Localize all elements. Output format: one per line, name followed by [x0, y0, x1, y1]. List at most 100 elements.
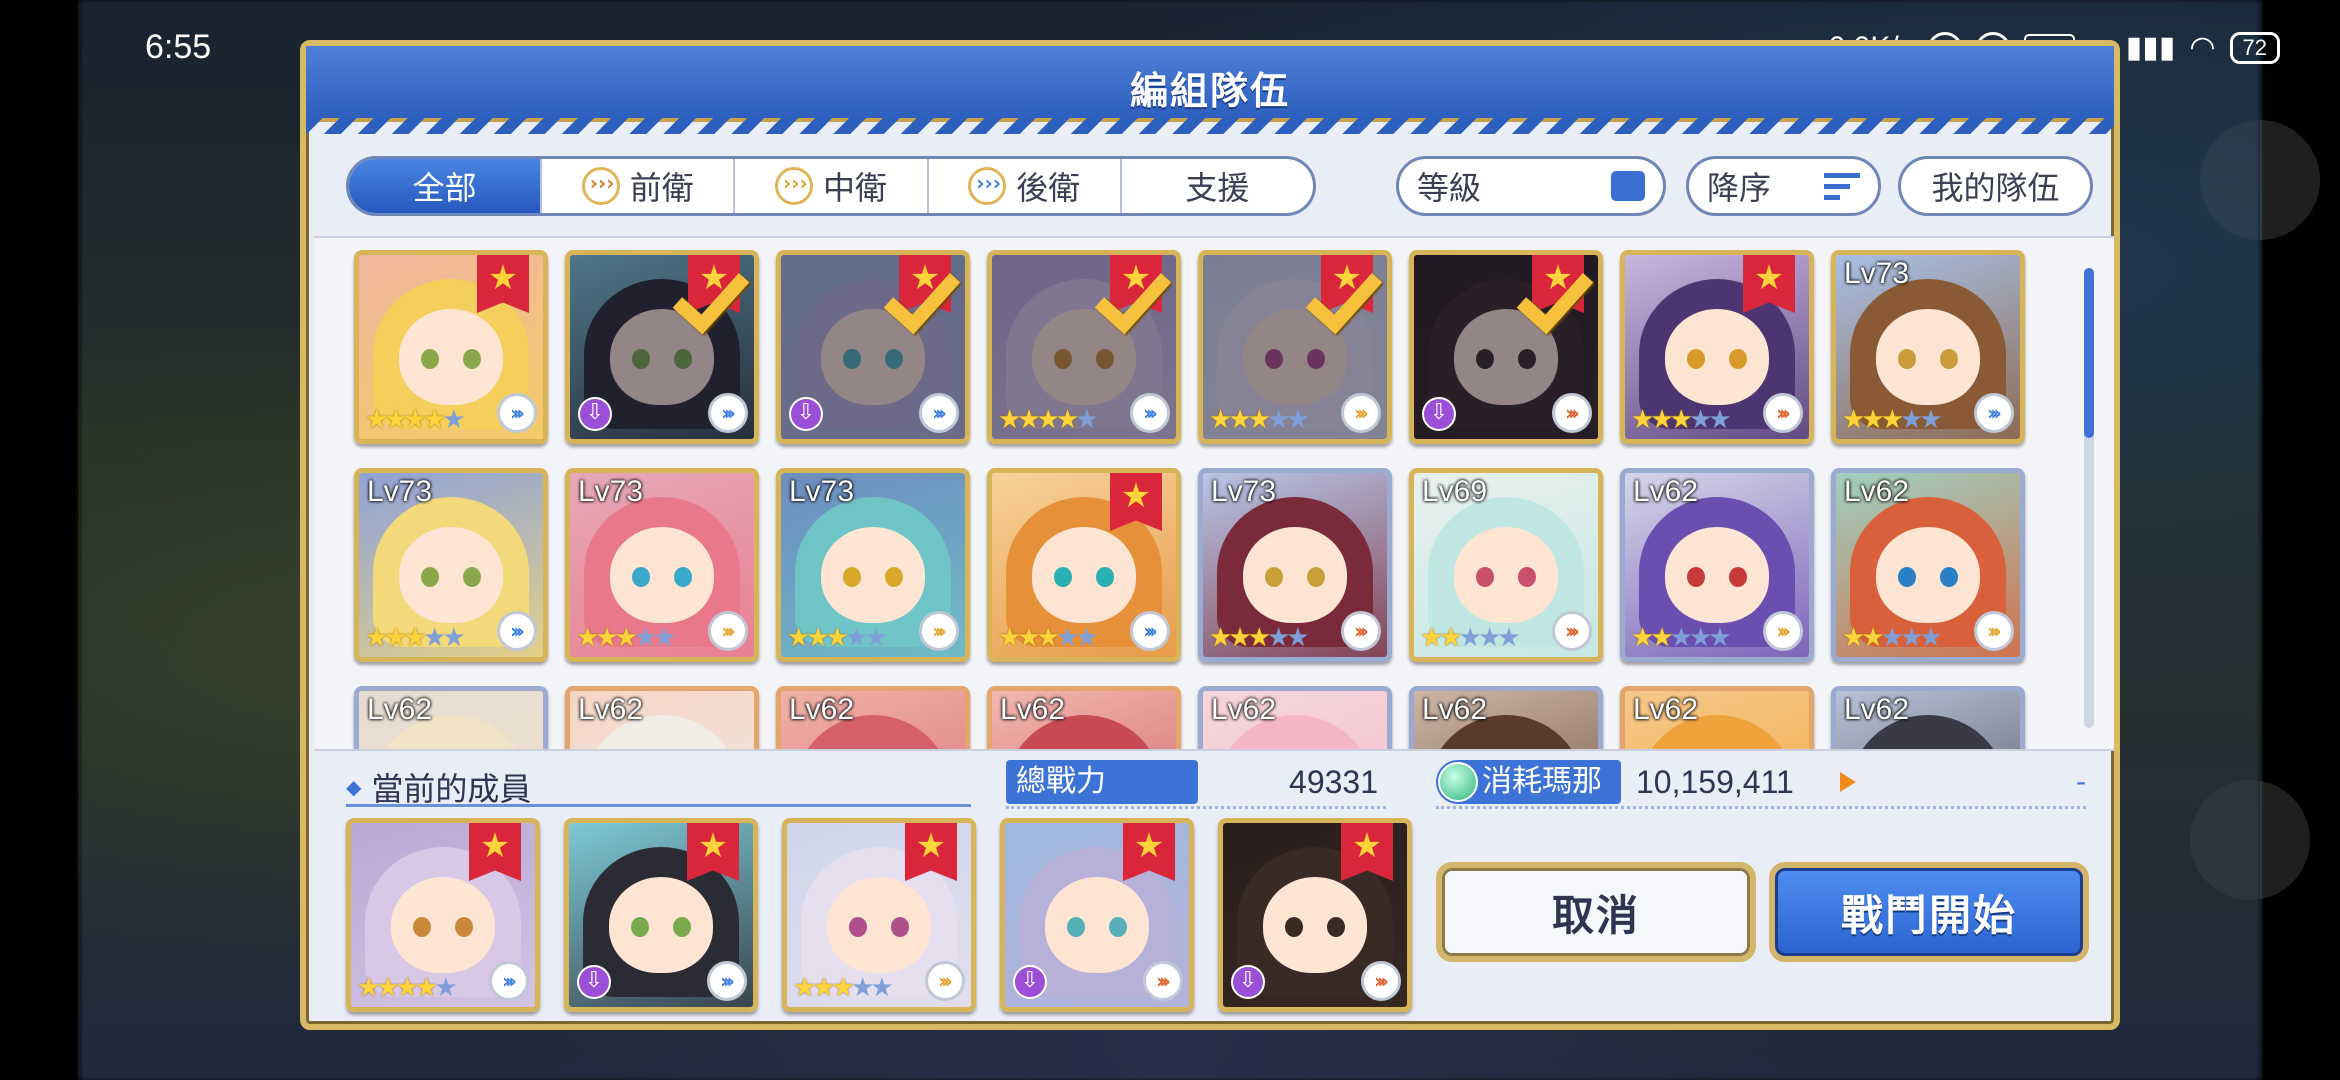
star-icon: ★ [806, 623, 829, 653]
star-icon: ★ [1880, 405, 1904, 435]
portrait-face [1454, 527, 1558, 623]
portrait-eye [885, 349, 903, 369]
star-icon: ★ [1477, 623, 1501, 653]
rank-badge-icon: ⇩ [1231, 965, 1265, 999]
tab-label: 後衛 [1016, 169, 1081, 207]
character-card[interactable]: Lv73 ★★★★★ ››› [354, 468, 548, 662]
member-card[interactable]: ★★★★★ ››› ★ [782, 818, 976, 1012]
cancel-button[interactable]: 取消 [1436, 862, 1756, 962]
character-card[interactable]: ★★★★★ ››› ★ [354, 250, 548, 444]
back-position-icon: ››› [489, 961, 529, 1001]
roster-scrollbar[interactable] [2084, 268, 2094, 728]
star-icon: ★ [384, 623, 407, 653]
portrait-face [1665, 527, 1769, 623]
character-roster[interactable]: ★★★★★ ››› ★ ⇩ ››› ★ ⇩ ››› ★ ★★★★★ ››› ★ ★★★★★ ››› ★ ⇩ ››… [314, 236, 2114, 751]
member-card[interactable]: ★★★★★ ››› ★ [346, 818, 540, 1012]
character-card[interactable]: Lv73 ★★★★★ ››› [1198, 468, 1392, 662]
portrait-eye [1285, 917, 1303, 937]
portrait-eye [1518, 567, 1536, 587]
portrait-face [1876, 309, 1980, 405]
back-position-icon: ››› [1130, 393, 1170, 433]
star-rating: ★★★★★ [576, 623, 677, 653]
character-card[interactable]: ★★★★★ ››› ★ [987, 250, 1181, 444]
character-card[interactable]: ★★★★★ ››› ★ [1620, 250, 1814, 444]
star-icon: ★ [1228, 405, 1251, 435]
portrait-eye [632, 349, 650, 369]
character-card[interactable]: ★★★★★ ››› ★ [987, 468, 1181, 662]
star-icon: ★ [825, 623, 849, 653]
front-position-icon: ››› [1341, 611, 1381, 651]
character-level: Lv73 [789, 475, 855, 508]
star-rating: ★★★★★ [793, 973, 894, 1003]
character-level: Lv62 [1844, 475, 1910, 508]
tab-all[interactable]: 全部 [349, 159, 543, 213]
member-card[interactable]: ⇩ ››› ★ [1000, 818, 1194, 1012]
star-icon: ★ [1017, 623, 1040, 653]
star-icon: ★ [1209, 623, 1232, 653]
sort-by-level-button[interactable]: 等級 [1396, 156, 1666, 216]
star-icon: ★ [1266, 405, 1290, 435]
star-icon: ★ [812, 973, 835, 1003]
star-icon: ★ [844, 623, 868, 653]
front-position-icon [581, 167, 620, 205]
sort-order-button[interactable]: 降序 [1686, 156, 1881, 216]
character-level: Lv73 [367, 475, 433, 508]
star-icon: ★ [850, 973, 874, 1003]
member-card[interactable]: ⇩ ››› ★ [564, 818, 758, 1012]
star-icon: ★ [1075, 623, 1098, 653]
character-card[interactable]: ⇩ ››› ★ [565, 250, 759, 444]
back-position-icon: ››› [497, 393, 537, 433]
mid-position-icon: ››› [919, 611, 959, 651]
character-card[interactable]: ⇩ ››› ★ [776, 250, 970, 444]
back-position-icon: ››› [919, 393, 959, 433]
member-card[interactable]: ⇩ ››› ★ [1218, 818, 1412, 1012]
back-position-icon: ››› [1130, 611, 1170, 651]
character-card[interactable]: Lv73 ★★★★★ ››› [565, 468, 759, 662]
character-card[interactable]: Lv62 [987, 686, 1181, 749]
character-card[interactable]: Lv62 [565, 686, 759, 749]
tab-front[interactable]: 前衛 [542, 159, 736, 213]
my-team-button[interactable]: 我的隊伍 [1898, 156, 2093, 216]
star-icon: ★ [1266, 623, 1290, 653]
start-battle-button[interactable]: 戰鬥開始 [1769, 862, 2089, 962]
character-card[interactable]: ★★★★★ ››› ★ [1198, 250, 1392, 444]
character-card[interactable]: Lv62 ★★★★★ ››› [1620, 468, 1814, 662]
character-level: Lv73 [1211, 475, 1277, 508]
tab-middle[interactable]: 中衛 [735, 159, 929, 213]
character-level: Lv62 [1422, 693, 1488, 726]
portrait-eye [1687, 567, 1705, 587]
portrait-eye [673, 917, 691, 937]
roster-scrollbar-thumb[interactable] [2084, 268, 2094, 438]
character-card[interactable]: Lv62 [1198, 686, 1392, 749]
star-icon: ★ [595, 623, 618, 653]
character-card[interactable]: Lv62 ★★★★★ ››› [1831, 468, 2025, 662]
rank-badge-icon: ⇩ [789, 397, 823, 431]
portrait-face [821, 527, 925, 623]
star-icon: ★ [414, 973, 438, 1003]
character-level: Lv62 [578, 693, 644, 726]
star-icon: ★ [1631, 405, 1654, 435]
tab-support[interactable]: 支援 [1122, 159, 1313, 213]
character-card[interactable]: Lv62 [354, 686, 548, 749]
mana-value: 10,159,411 [1636, 764, 1794, 800]
portrait-face [827, 877, 931, 973]
character-card[interactable]: Lv62 [1620, 686, 1814, 749]
star-icon: ★ [422, 623, 446, 653]
star-icon: ★ [1055, 405, 1079, 435]
front-position-icon: ››› [1763, 393, 1803, 433]
character-card[interactable]: Lv73 ★★★★★ ››› [776, 468, 970, 662]
character-card[interactable]: Lv62 [776, 686, 970, 749]
star-icon: ★ [614, 623, 638, 653]
star-rating: ★★★★★ [365, 623, 466, 653]
star-icon: ★ [376, 973, 399, 1003]
character-card[interactable]: Lv69 ★★★★★ ››› [1409, 468, 1603, 662]
character-card[interactable]: Lv62 [1409, 686, 1603, 749]
arrow-right-icon [1840, 772, 1856, 792]
character-card[interactable]: ⇩ ››› ★ [1409, 250, 1603, 444]
tab-back[interactable]: 後衛 [929, 159, 1122, 213]
signal-icon: ▮▮▮ [2125, 31, 2176, 64]
star-icon: ★ [1247, 623, 1271, 653]
star-icon: ★ [1209, 405, 1232, 435]
character-card[interactable]: Lv62 [1831, 686, 2025, 749]
character-card[interactable]: Lv73 ★★★★★ ››› [1831, 250, 2025, 444]
